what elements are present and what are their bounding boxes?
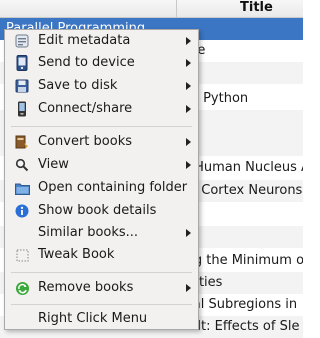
view-icon	[14, 157, 30, 173]
connect-share-icon	[14, 101, 30, 117]
info-icon	[14, 203, 30, 219]
menu-item-label: Connect/share	[38, 101, 133, 116]
menu-separator	[11, 304, 192, 305]
convert-books-icon	[14, 134, 30, 150]
submenu-arrow-icon	[186, 37, 191, 45]
menu-item-open-containing-folder[interactable]: Open containing folder	[5, 177, 198, 199]
menu-item-convert-books[interactable]: Convert books	[5, 131, 198, 153]
menu-item-connect-share[interactable]: Connect/share	[5, 98, 198, 120]
table-header: Title	[0, 0, 303, 18]
send-to-device-icon	[14, 55, 30, 71]
save-to-disk-icon	[14, 78, 30, 94]
table-cell: ing the Minimum o	[182, 253, 303, 268]
menu-item-label: Right Click Menu	[38, 311, 148, 326]
menu-separator	[11, 272, 192, 273]
menu-item-label: Edit metadata	[38, 33, 131, 48]
menu-item-label: Similar books...	[38, 225, 139, 240]
context-menu: Edit metadata Send to device Save to dis…	[4, 29, 199, 330]
menu-item-label: Convert books	[38, 134, 132, 149]
edit-metadata-icon	[14, 33, 30, 49]
table-cell: e Human Nucleus A	[182, 160, 303, 175]
menu-item-label: Remove books	[38, 280, 134, 295]
table-cell: ce Cortex Neurons	[182, 183, 303, 198]
submenu-arrow-icon	[186, 105, 191, 113]
menu-item-label: Send to device	[38, 55, 135, 70]
submenu-arrow-icon	[186, 284, 191, 292]
submenu-arrow-icon	[186, 82, 191, 90]
menu-item-label: Show book details	[38, 203, 157, 218]
menu-item-show-book-details[interactable]: Show book details	[5, 200, 198, 222]
menu-item-view[interactable]: View	[5, 154, 198, 176]
menu-item-tweak-book[interactable]: Tweak Book	[5, 244, 198, 266]
menu-item-right-click-menu[interactable]: Right Click Menu	[5, 308, 198, 330]
menu-item-save-to-disk[interactable]: Save to disk	[5, 75, 198, 97]
menu-item-similar-books[interactable]: Similar books...	[5, 222, 198, 244]
recycle-icon	[14, 280, 30, 296]
menu-item-label: View	[38, 157, 69, 172]
table-cell: ical Subregions in	[182, 297, 298, 312]
title-column-header[interactable]: Title	[240, 0, 273, 17]
tweak-book-icon	[14, 247, 30, 263]
column-divider[interactable]	[176, 0, 177, 17]
menu-separator	[11, 126, 192, 127]
submenu-arrow-icon	[186, 59, 191, 67]
menu-item-label: Save to disk	[38, 78, 118, 93]
submenu-arrow-icon	[186, 229, 191, 237]
submenu-arrow-icon	[186, 138, 191, 146]
submenu-arrow-icon	[186, 161, 191, 169]
menu-item-remove-books[interactable]: Remove books	[5, 277, 198, 299]
menu-item-send-to-device[interactable]: Send to device	[5, 52, 198, 74]
menu-item-edit-metadata[interactable]: Edit metadata	[5, 30, 198, 52]
folder-icon	[14, 180, 30, 196]
menu-item-label: Tweak Book	[38, 247, 115, 262]
menu-item-label: Open containing folder	[38, 180, 188, 195]
